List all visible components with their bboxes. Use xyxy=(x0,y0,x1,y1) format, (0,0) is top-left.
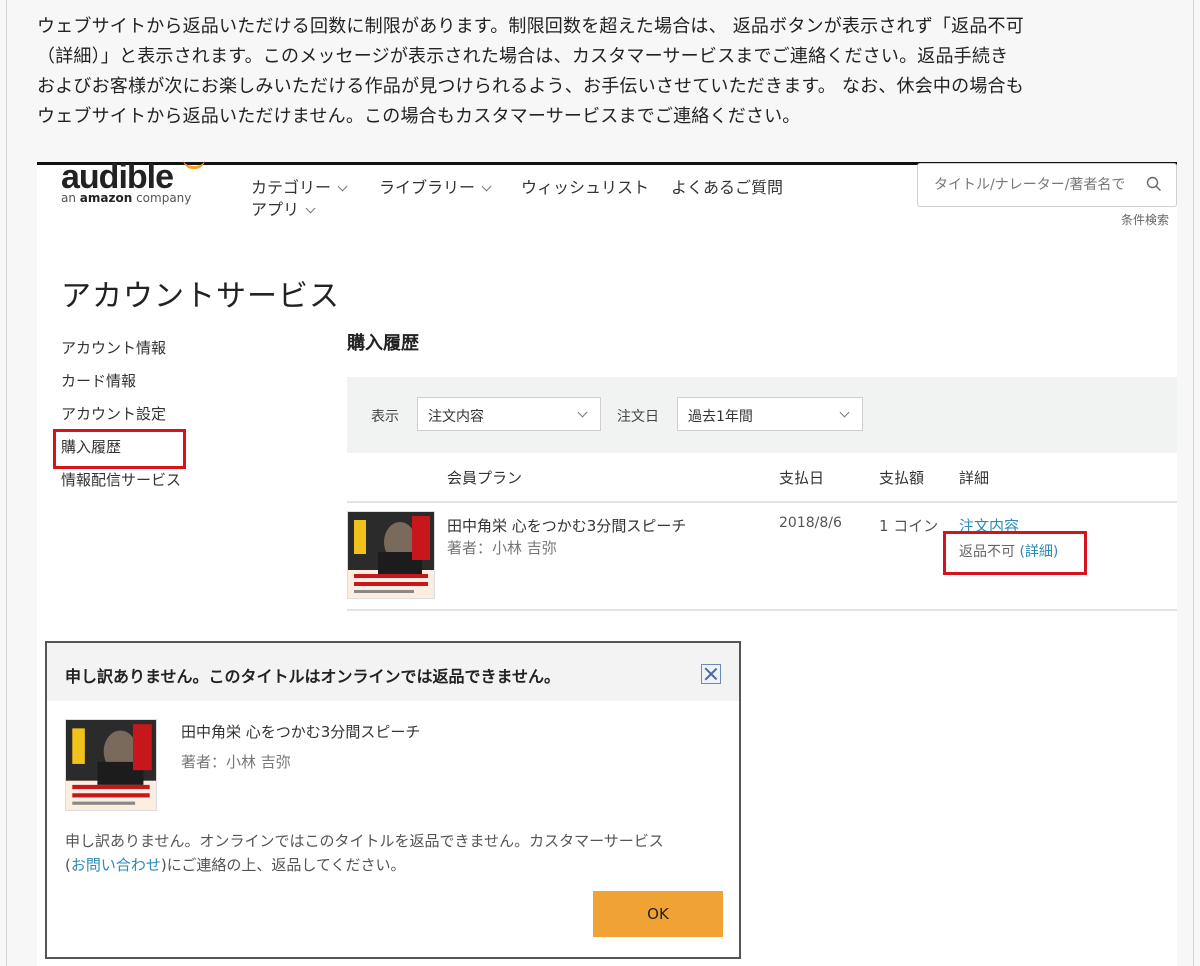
filter-show-label: 表示 xyxy=(371,409,399,425)
nav-wishlist[interactable]: ウィッシュリスト xyxy=(521,174,649,198)
nav-library[interactable]: ライブラリー xyxy=(379,174,492,198)
ok-button[interactable]: OK xyxy=(593,891,723,937)
audible-logo[interactable]: audible an amazon company xyxy=(61,157,205,205)
column-header-plan: 会員プラン xyxy=(447,469,523,487)
filter-bar: 表示 注文内容 注文日 過去1年間 xyxy=(347,377,1177,453)
nav-apps[interactable]: アプリ xyxy=(251,196,316,220)
filter-date-label: 注文日 xyxy=(617,409,659,425)
chevron-down-icon xyxy=(481,181,492,192)
chevron-down-icon xyxy=(305,203,316,214)
search-input[interactable] xyxy=(918,164,1138,206)
pay-amount: 1 コイン xyxy=(879,517,939,535)
intro-line: ウェブサイトから返品いただけません。この場合もカスタマーサービスまでご連絡くださ… xyxy=(37,106,801,127)
search-box xyxy=(917,163,1177,207)
chevron-down-icon xyxy=(337,181,348,192)
contact-us-link[interactable]: お問い合わせ xyxy=(71,856,161,874)
dialog-message-line: 申し訳ありません。オンラインではこのタイトルを返品できません。カスタマーサービス xyxy=(65,832,664,850)
close-icon[interactable] xyxy=(701,664,721,684)
sidebar-item-newsletter[interactable]: 情報配信サービス xyxy=(61,469,181,490)
sidebar-item-card-info[interactable]: カード情報 xyxy=(61,370,136,391)
dialog-title: 申し訳ありません。このタイトルはオンラインでは返品できません。 xyxy=(65,667,561,686)
nav-category[interactable]: カテゴリー xyxy=(251,174,348,198)
column-header-pay-date: 支払日 xyxy=(779,469,825,487)
column-header-details: 詳細 xyxy=(959,469,990,487)
highlight-box-purchase-history xyxy=(53,429,186,469)
intro-line: およびお客様が次にお楽しみいただける作品が見つけられるよう、お手伝いさせていただ… xyxy=(37,76,1024,97)
filter-show-select[interactable]: 注文内容 xyxy=(417,397,601,431)
page-title: アカウントサービス xyxy=(61,279,340,314)
highlight-box-return-status xyxy=(943,531,1087,575)
search-icon[interactable] xyxy=(1146,176,1162,192)
dialog-book-title: 田中角栄 心をつかむ3分間スピーチ xyxy=(181,723,421,741)
filter-date-select[interactable]: 過去1年間 xyxy=(677,397,863,431)
book-cover-image xyxy=(65,719,157,811)
sidebar-item-account-settings[interactable]: アカウント設定 xyxy=(61,403,166,424)
book-cover-image[interactable] xyxy=(347,511,435,599)
chevron-down-icon xyxy=(839,407,850,418)
intro-line: （詳細）」と表示されます。このメッセージが表示された場合は、カスタマーサービスま… xyxy=(37,46,1009,67)
intro-text: ウェブサイトから返品いただける回数に制限があります。制限回数を超えた場合は、 返… xyxy=(37,12,1182,132)
sidebar-item-account-info[interactable]: アカウント情報 xyxy=(61,337,166,358)
nav-faq[interactable]: よくあるご質問 xyxy=(671,174,783,198)
dialog-header: 申し訳ありません。このタイトルはオンラインでは返品できません。 xyxy=(47,643,739,701)
book-author: 著者：小林 吉弥 xyxy=(447,539,557,557)
table-divider xyxy=(347,501,1177,503)
book-title[interactable]: 田中角栄 心をつかむ3分間スピーチ xyxy=(447,515,686,536)
chevron-down-icon xyxy=(577,407,588,418)
pay-date: 2018/8/6 xyxy=(779,515,842,531)
purchase-history-title: 購入履歴 xyxy=(347,333,419,354)
article-frame: ウェブサイトから返品いただける回数に制限があります。制限回数を超えた場合は、 返… xyxy=(6,0,1194,966)
dialog-book-author: 著者：小林 吉弥 xyxy=(181,753,291,771)
logo-tagline: an amazon company xyxy=(61,191,192,205)
dialog-message-line: (お問い合わせ)にご連絡の上、返品してください。 xyxy=(65,856,406,874)
intro-line: ウェブサイトから返品いただける回数に制限があります。制限回数を超えた場合は、 返… xyxy=(37,16,1024,37)
table-divider xyxy=(347,609,1177,611)
advanced-search-link[interactable]: 条件検索 xyxy=(1121,211,1169,228)
screenshot-area: audible an amazon company カテゴリー ライブラリー ウ… xyxy=(37,158,1177,966)
return-unavailable-dialog: 申し訳ありません。このタイトルはオンラインでは返品できません。 田中角栄 心をつ… xyxy=(45,641,741,959)
dialog-message: 申し訳ありません。オンラインではこのタイトルを返品できません。カスタマーサービス… xyxy=(65,829,725,877)
column-header-amount: 支払額 xyxy=(879,469,925,487)
